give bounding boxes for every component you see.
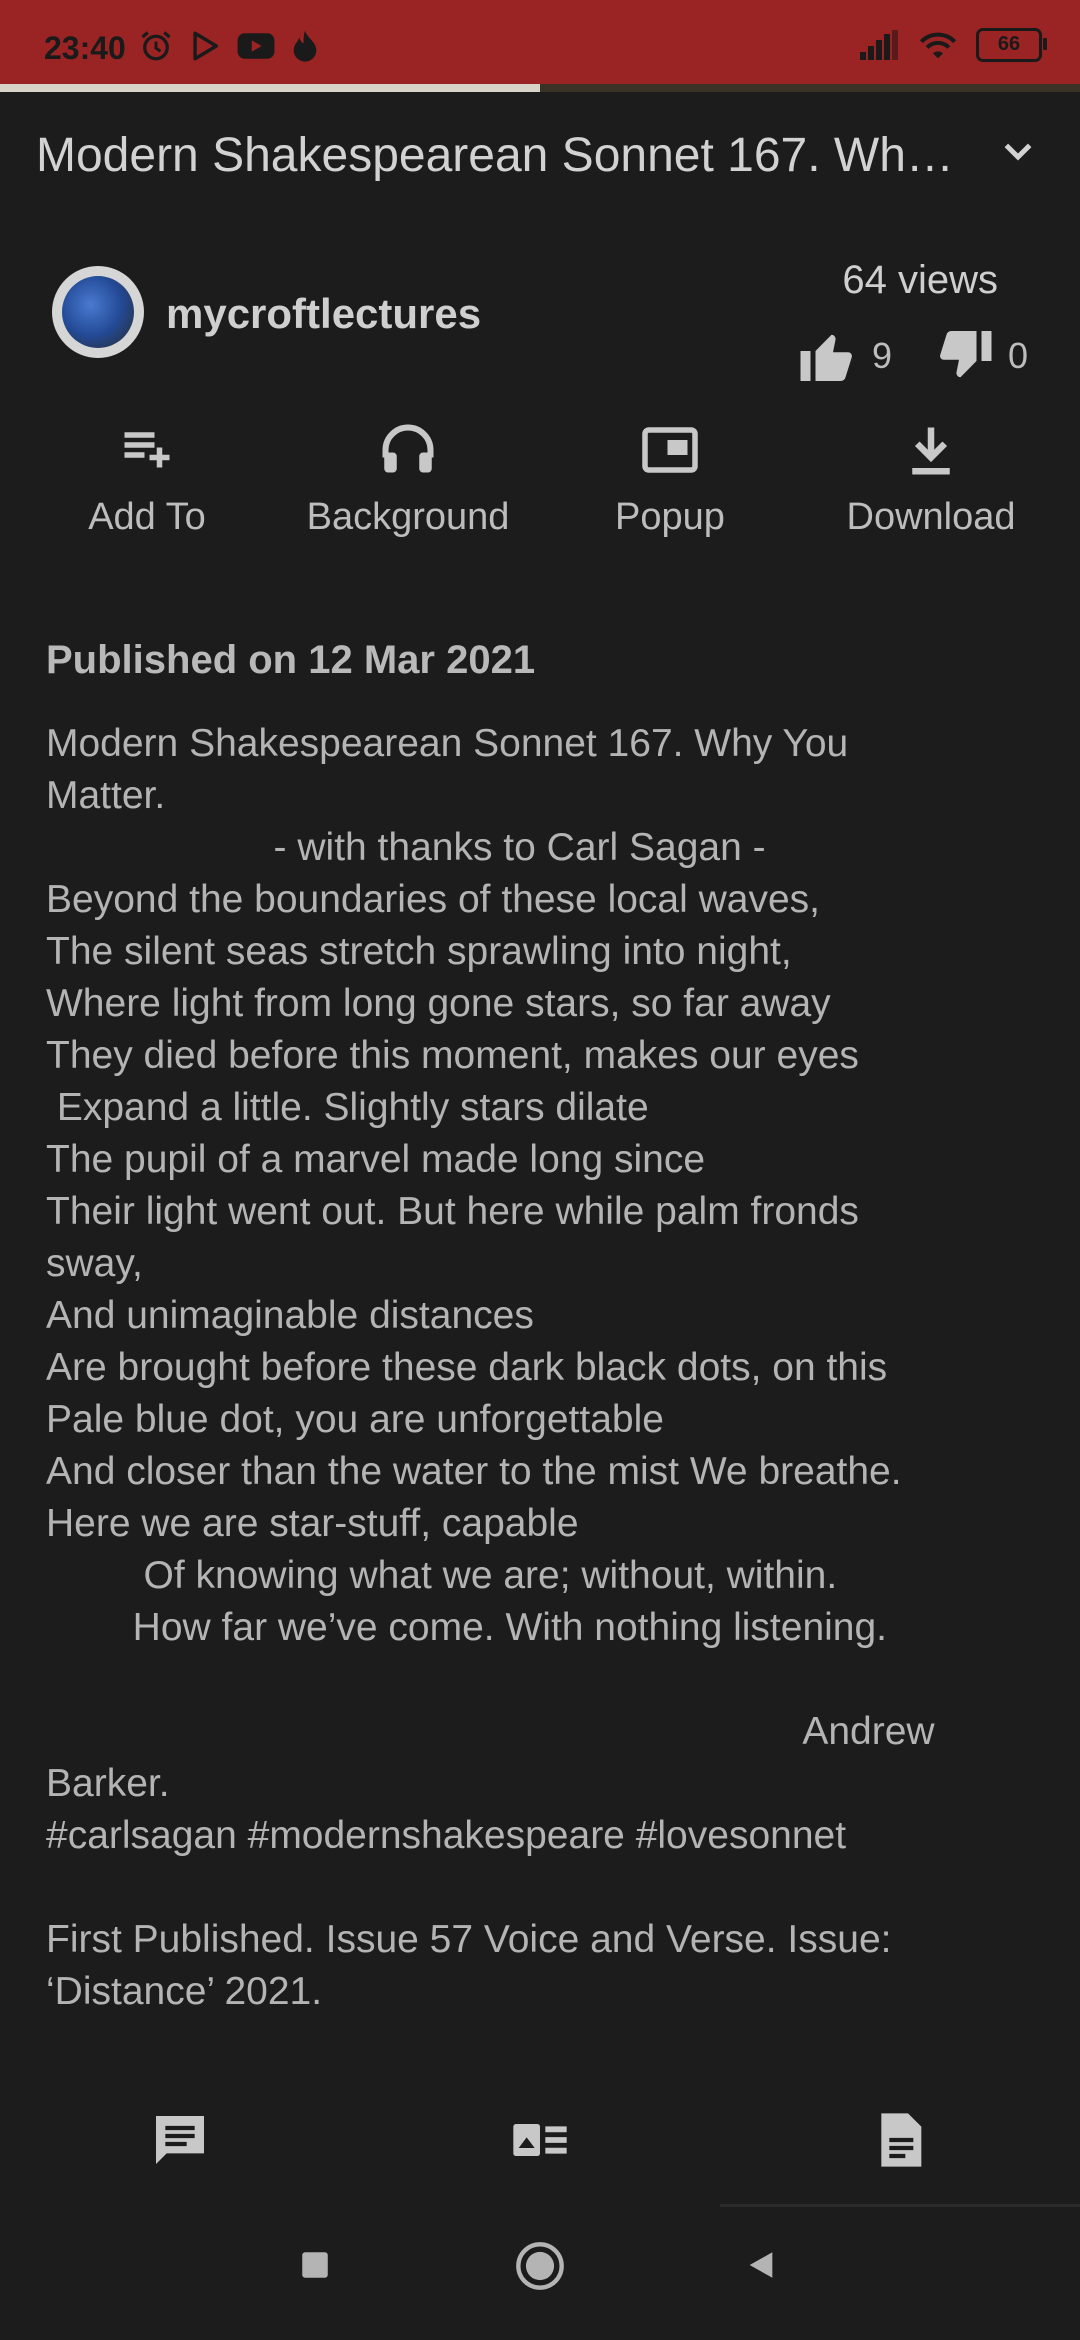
popup-button[interactable]: Popup <box>540 420 800 539</box>
description-line <box>46 1654 1046 1706</box>
comments-icon[interactable] <box>148 2108 212 2172</box>
status-time: 23:40 <box>44 30 126 66</box>
alarm-icon <box>141 31 171 61</box>
description-line: The silent seas stretch sprawling into n… <box>46 930 792 973</box>
description-line: #carlsagan #modernshakespeare #lovesonne… <box>46 1814 847 1857</box>
like-count: 9 <box>871 335 892 376</box>
playlist-add-icon <box>124 432 170 468</box>
video-description: Modern Shakespearean Sonnet 167. Why You… <box>46 718 1046 2018</box>
status-icons-right: 66 <box>860 28 1047 62</box>
likes-row: 9 0 <box>798 328 1028 384</box>
description-line: Beyond the boundaries of these local wav… <box>46 878 821 921</box>
system-nav-bar <box>0 2210 1080 2340</box>
video-title[interactable]: Modern Shakespearean Sonnet 167. Wh… <box>36 128 986 183</box>
wifi-icon <box>919 32 957 59</box>
play-store-icon <box>193 31 219 61</box>
status-bar: 23:40 66 <box>0 0 1080 84</box>
description-line: Are brought before these dark black dots… <box>46 1346 888 1389</box>
add-to-label: Add To <box>88 496 206 538</box>
view-count: 64 views <box>842 258 998 302</box>
description-line: - with thanks to Carl Sagan - <box>46 826 766 869</box>
description-line: sway, <box>46 1242 143 1285</box>
download-icon <box>912 427 950 475</box>
picture-in-picture-icon <box>642 427 698 473</box>
background-label: Background <box>306 496 510 538</box>
description-line: Modern Shakespearean Sonnet 167. Why You <box>46 722 849 765</box>
youtube-icon <box>237 33 275 59</box>
action-bar: Add To Background Popup Download <box>0 420 1080 560</box>
thumbs-up-icon[interactable] <box>798 328 858 384</box>
description-line: Their light went out. But here while pal… <box>46 1190 859 1233</box>
published-date: Published on 12 Mar 2021 <box>46 638 536 682</box>
thumbs-down-icon[interactable] <box>934 328 994 384</box>
dislike-count: 0 <box>1007 335 1028 376</box>
back-icon[interactable] <box>744 2248 778 2282</box>
screen: 23:40 66 Modern Shakespearean Sonnet 167… <box>0 0 1080 2340</box>
description-icon[interactable] <box>868 2108 932 2172</box>
description-line: Here we are star-stuff, capable <box>46 1502 579 1545</box>
recents-icon[interactable] <box>298 2248 332 2282</box>
description-line: They died before this moment, makes our … <box>46 1034 859 1077</box>
description-line: Of knowing what we are; without, within. <box>46 1554 838 1597</box>
description-line: How far we’ve come. With nothing listeni… <box>46 1606 888 1649</box>
video-progress-bar[interactable] <box>0 84 1080 92</box>
description-line: ‘Distance’ 2021. <box>46 1970 323 2013</box>
signal-icon <box>860 30 898 60</box>
channel-name[interactable]: mycroftlectures <box>166 290 481 338</box>
description-line: And closer than the water to the mist We… <box>46 1450 902 1493</box>
status-icons-left <box>138 28 320 64</box>
flame-icon <box>293 30 317 62</box>
description-line: And unimaginable distances <box>46 1294 534 1337</box>
popup-label: Popup <box>615 496 725 538</box>
description-line: First Published. Issue 57 Voice and Vers… <box>46 1918 892 1961</box>
background-button[interactable]: Background <box>278 420 538 539</box>
description-line: Matter. <box>46 774 166 817</box>
bottom-tab-bar <box>0 2086 1080 2206</box>
channel-avatar[interactable] <box>52 266 144 358</box>
download-button[interactable]: Download <box>801 420 1061 539</box>
description-line: Andrew <box>46 1710 935 1753</box>
battery-icon: 66 <box>976 28 1047 62</box>
related-videos-icon[interactable] <box>508 2108 572 2172</box>
description-line: The pupil of a marvel made long since <box>46 1138 706 1181</box>
headphones-icon <box>382 424 434 473</box>
chevron-down-icon[interactable] <box>998 132 1038 172</box>
home-icon[interactable] <box>514 2240 566 2292</box>
tab-indicator <box>720 2204 1080 2207</box>
description-line: Where light from long gone stars, so far… <box>46 982 831 1025</box>
download-label: Download <box>846 496 1016 538</box>
globe-icon <box>62 276 134 348</box>
add-to-button[interactable]: Add To <box>17 420 277 539</box>
description-line: Expand a little. Slightly stars dilate <box>46 1086 649 1129</box>
description-line <box>46 1862 1046 1914</box>
video-progress-fill <box>0 84 540 92</box>
description-line: Pale blue dot, you are unforgettable <box>46 1398 664 1441</box>
description-line: Barker. <box>46 1762 170 1805</box>
